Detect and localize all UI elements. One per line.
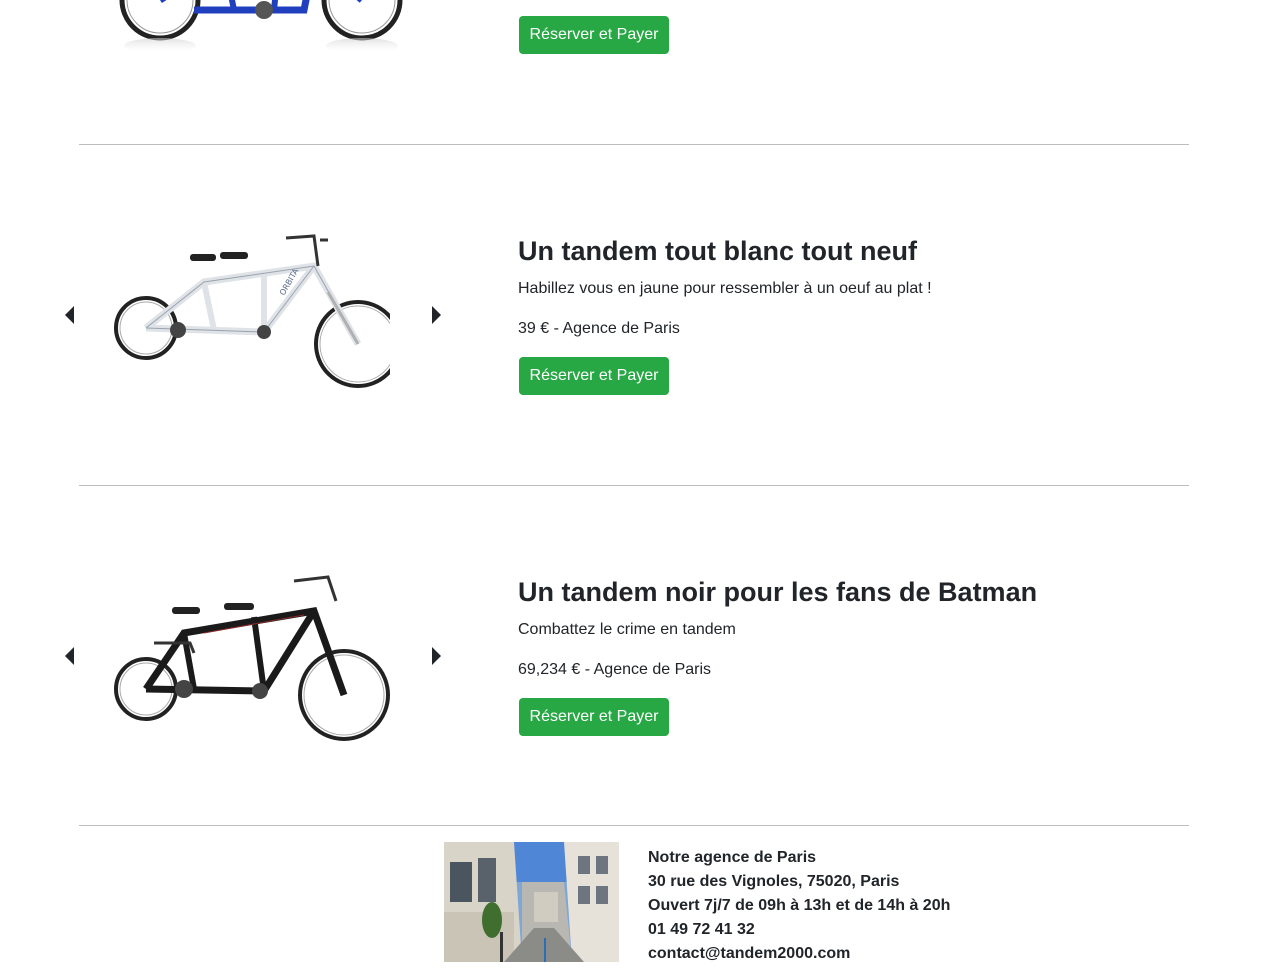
agency-email[interactable]: contact@tandem2000.com bbox=[648, 942, 1168, 966]
white-tandem-illustration: ORBITA bbox=[114, 232, 402, 398]
product-carousel bbox=[58, 0, 450, 60]
product-image bbox=[114, 0, 403, 56]
product-card: Un tandem noir pour les fans de Batman C… bbox=[0, 555, 1268, 755]
agency-street-photo bbox=[444, 842, 619, 962]
product-image bbox=[114, 573, 390, 741]
product-description: Habillez vous en jaune pour ressembler à… bbox=[518, 280, 932, 297]
reserve-pay-button[interactable]: Réserver et Payer bbox=[519, 698, 669, 736]
agency-footer: Notre agence de Paris 30 rue des Vignole… bbox=[0, 842, 1268, 978]
carousel-prev-button[interactable] bbox=[60, 645, 80, 667]
carousel-prev-button[interactable] bbox=[60, 304, 80, 326]
blue-tandem-illustration bbox=[119, 0, 403, 54]
caret-left-icon bbox=[65, 306, 74, 324]
reserve-pay-button[interactable]: Réserver et Payer bbox=[519, 357, 669, 395]
product-price: 39 € - Agence de Paris bbox=[518, 320, 680, 337]
agency-info: Notre agence de Paris 30 rue des Vignole… bbox=[648, 846, 1168, 966]
product-carousel bbox=[58, 555, 450, 755]
carousel-next-button[interactable] bbox=[426, 304, 446, 326]
product-card: ORBITA Un tandem tout blanc tout neuf Ha… bbox=[0, 214, 1268, 414]
agency-phone[interactable]: 01 49 72 41 32 bbox=[648, 918, 1168, 942]
caret-left-icon bbox=[65, 647, 74, 665]
agency-title: Notre agence de Paris bbox=[648, 849, 817, 866]
agency-hours: Ouvert 7j/7 de 09h à 13h et de 14h à 20h bbox=[648, 897, 951, 914]
section-divider bbox=[79, 825, 1189, 826]
product-card: Réserver et Payer bbox=[0, 0, 1268, 60]
product-description: Combattez le crime en tandem bbox=[518, 621, 736, 638]
product-carousel: ORBITA bbox=[58, 214, 450, 414]
street-photo-illustration bbox=[444, 842, 619, 962]
caret-right-icon bbox=[432, 647, 441, 665]
agency-address: 30 rue des Vignoles, 75020, Paris bbox=[648, 873, 900, 890]
black-tandem-illustration bbox=[114, 575, 390, 741]
reserve-pay-button[interactable]: Réserver et Payer bbox=[519, 16, 669, 54]
caret-right-icon bbox=[432, 306, 441, 324]
section-divider bbox=[79, 485, 1189, 486]
product-title: Un tandem noir pour les fans de Batman bbox=[518, 577, 1038, 607]
product-price: 69,234 € - Agence de Paris bbox=[518, 661, 712, 678]
product-title: Un tandem tout blanc tout neuf bbox=[518, 236, 917, 266]
section-divider bbox=[79, 144, 1189, 145]
product-image: ORBITA bbox=[114, 232, 402, 398]
carousel-next-button[interactable] bbox=[426, 645, 446, 667]
page: Réserver et Payer ORBITA Un tandem tout … bbox=[0, 0, 1268, 978]
